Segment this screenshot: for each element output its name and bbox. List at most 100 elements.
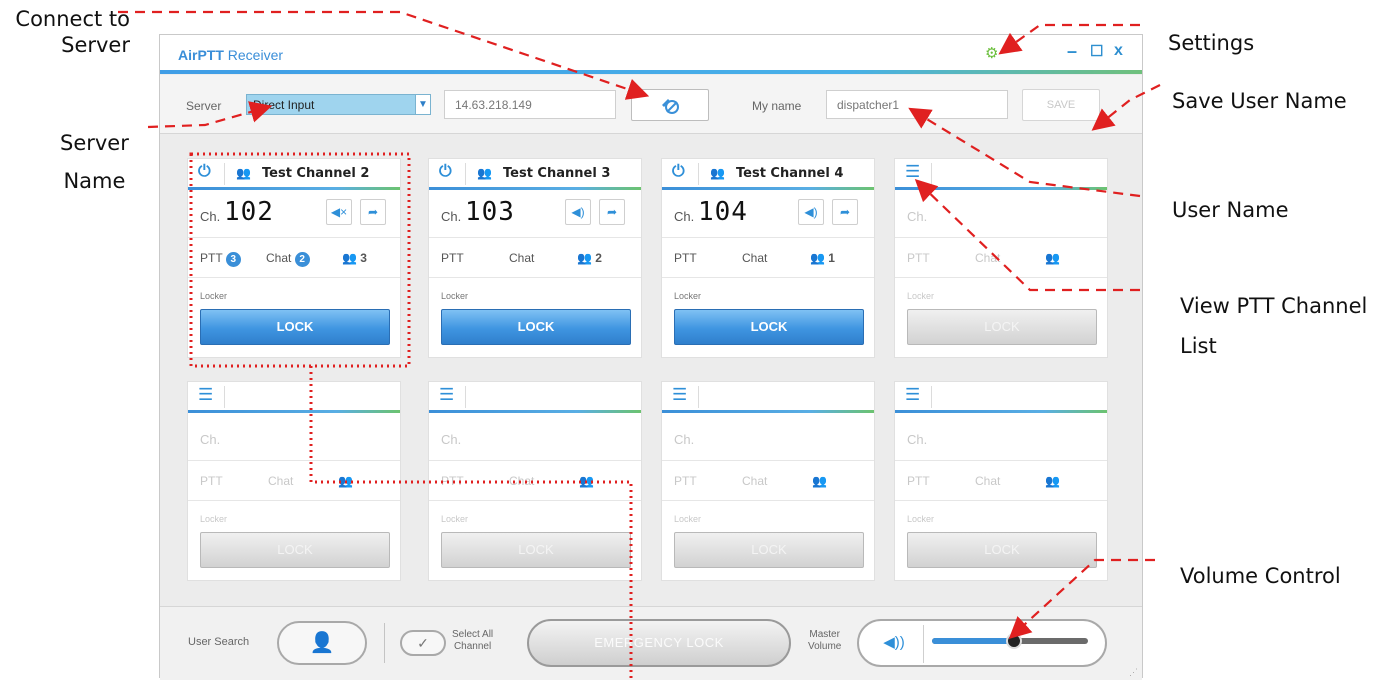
header-divider — [931, 163, 932, 185]
lock-button[interactable]: LOCK — [674, 309, 864, 345]
lock-button[interactable]: LOCK — [200, 309, 390, 345]
ptt-label: PTT — [200, 474, 223, 488]
channel-header: ⏻ 👥 Test Channel 2 — [188, 159, 400, 187]
volume-slider-knob[interactable] — [1006, 633, 1023, 649]
server-select[interactable]: Direct Input — [246, 94, 426, 115]
channel-name: Test Channel 4 — [736, 166, 844, 181]
lock-button[interactable]: LOCK — [200, 532, 390, 568]
user-search-icon: 👤 — [309, 632, 335, 654]
list-icon[interactable]: ☰ — [672, 385, 687, 405]
resize-grip-icon[interactable]: ⋰ — [1129, 667, 1138, 678]
chevron-down-icon[interactable]: ▼ — [415, 94, 431, 115]
minimize-icon[interactable]: – — [1067, 41, 1077, 62]
ptt-label: PTT — [441, 474, 464, 488]
divider — [895, 237, 1107, 238]
user-count: 👥 3 — [342, 251, 367, 265]
lock-button[interactable]: LOCK — [441, 532, 631, 568]
header-divider — [931, 386, 932, 408]
ptt-label: PTT — [907, 251, 930, 265]
channel-card-3: ⏻ 👥 Test Channel 4 Ch. 104 ◀) ➦ PTT Chat… — [661, 158, 875, 358]
users-count-value: 2 — [595, 251, 602, 265]
group-icon: 👥 — [236, 166, 251, 180]
divider — [188, 500, 400, 501]
check-icon: ✓ — [417, 635, 429, 651]
lock-button[interactable]: LOCK — [907, 309, 1097, 345]
share-arrow-icon[interactable]: ➦ — [360, 199, 386, 225]
ptt-label: PTT — [674, 474, 697, 488]
users-icon: 👥 — [338, 474, 353, 488]
volume-slider[interactable] — [932, 633, 1088, 649]
title-accent-line — [160, 70, 1142, 74]
chat-label: Chat — [742, 251, 768, 265]
chat-label: Chat — [268, 474, 294, 488]
myname-label: My name — [752, 99, 802, 113]
user-search-button[interactable]: 👤 — [277, 621, 367, 665]
channel-accent-line — [188, 410, 400, 413]
speaker-icon[interactable]: ◀) — [565, 199, 591, 225]
myname-input[interactable]: dispatcher1 — [826, 90, 1008, 119]
ptt-text: PTT — [200, 251, 223, 265]
power-icon[interactable]: ⏻ — [198, 163, 211, 181]
header-divider — [465, 163, 466, 185]
connect-button[interactable] — [631, 89, 709, 121]
save-button[interactable]: SAVE — [1022, 89, 1100, 121]
chat-label: Chat 2 — [266, 251, 310, 267]
satellite-icon — [662, 99, 679, 114]
power-icon[interactable]: ⏻ — [672, 163, 685, 181]
server-label: Server — [186, 99, 222, 113]
channel-card-empty-5: ☰ Ch. PTT Chat 👥 Locker LOCK — [894, 381, 1108, 581]
select-all-label: Select All Channel — [452, 629, 493, 653]
channel-accent-line — [188, 187, 400, 190]
share-arrow-icon[interactable]: ➦ — [832, 199, 858, 225]
divider — [429, 500, 641, 501]
list-icon[interactable]: ☰ — [905, 162, 920, 182]
lock-button[interactable]: LOCK — [674, 532, 864, 568]
speaker-icon[interactable]: ◀)) — [873, 629, 915, 657]
list-icon[interactable]: ☰ — [905, 385, 920, 405]
select-all-line2: Channel — [453, 641, 492, 652]
divider — [662, 500, 874, 501]
gear-icon[interactable]: ⚙ — [985, 44, 998, 62]
divider — [895, 460, 1107, 461]
callout-connect-to-server: Connect to Server — [15, 7, 130, 58]
locker-label: Locker — [441, 291, 469, 301]
close-icon[interactable]: x — [1114, 42, 1123, 60]
power-icon[interactable]: ⏻ — [439, 163, 452, 181]
bottom-bar: User Search 👤 ✓ Select All Channel EMERG… — [160, 606, 1142, 680]
select-all-checkbox[interactable]: ✓ — [400, 630, 446, 656]
ch-label: Ch. — [907, 209, 928, 224]
ptt-label: PTT — [907, 474, 930, 488]
list-icon[interactable]: ☰ — [198, 385, 213, 405]
maximize-icon[interactable]: ☐ — [1090, 42, 1103, 60]
divider — [429, 460, 641, 461]
lock-button[interactable]: LOCK — [441, 309, 631, 345]
channel-number: 104 — [698, 197, 748, 227]
emergency-lock-button[interactable]: EMERGENCY LOCK — [527, 619, 791, 667]
lock-button[interactable]: LOCK — [907, 532, 1097, 568]
share-arrow-icon[interactable]: ➦ — [599, 199, 625, 225]
master-volume-line1: Master — [809, 629, 840, 640]
channel-card-empty-2: ☰ Ch. PTT Chat 👥 Locker LOCK — [187, 381, 401, 581]
locker-label: Locker — [200, 291, 228, 301]
channel-card-1: ⏻ 👥 Test Channel 2 Ch. 102 ◀× ➦ PTT 3 Ch… — [187, 158, 401, 358]
speaker-mute-icon[interactable]: ◀× — [326, 199, 352, 225]
callout-view-ptt-line1: View PTT Channel — [1180, 294, 1368, 318]
users-icon: 👥 — [810, 251, 825, 265]
speaker-icon[interactable]: ◀) — [798, 199, 824, 225]
channel-card-2: ⏻ 👥 Test Channel 3 Ch. 103 ◀) ➦ PTT Chat… — [428, 158, 642, 358]
ptt-label: PTT — [674, 251, 697, 265]
users-icon: 👥 — [577, 251, 592, 265]
list-icon[interactable]: ☰ — [439, 385, 454, 405]
channel-card-empty-1: ☰ Ch. PTT Chat 👥 Locker LOCK — [894, 158, 1108, 358]
divider — [188, 277, 400, 278]
divider — [895, 500, 1107, 501]
chat-label: Chat — [509, 474, 535, 488]
server-ip-input[interactable]: 14.63.218.149 — [444, 90, 616, 119]
user-search-label: User Search — [188, 636, 250, 648]
title-bar: AirPTT Receiver ⚙ – ☐ x — [160, 35, 1142, 71]
select-all-line1: Select All — [452, 629, 494, 640]
callout-server-name: Server Name — [60, 130, 129, 195]
channel-number: 103 — [465, 197, 515, 227]
ch-label: Ch. — [674, 209, 695, 224]
app-title-rest: Receiver — [223, 47, 284, 63]
